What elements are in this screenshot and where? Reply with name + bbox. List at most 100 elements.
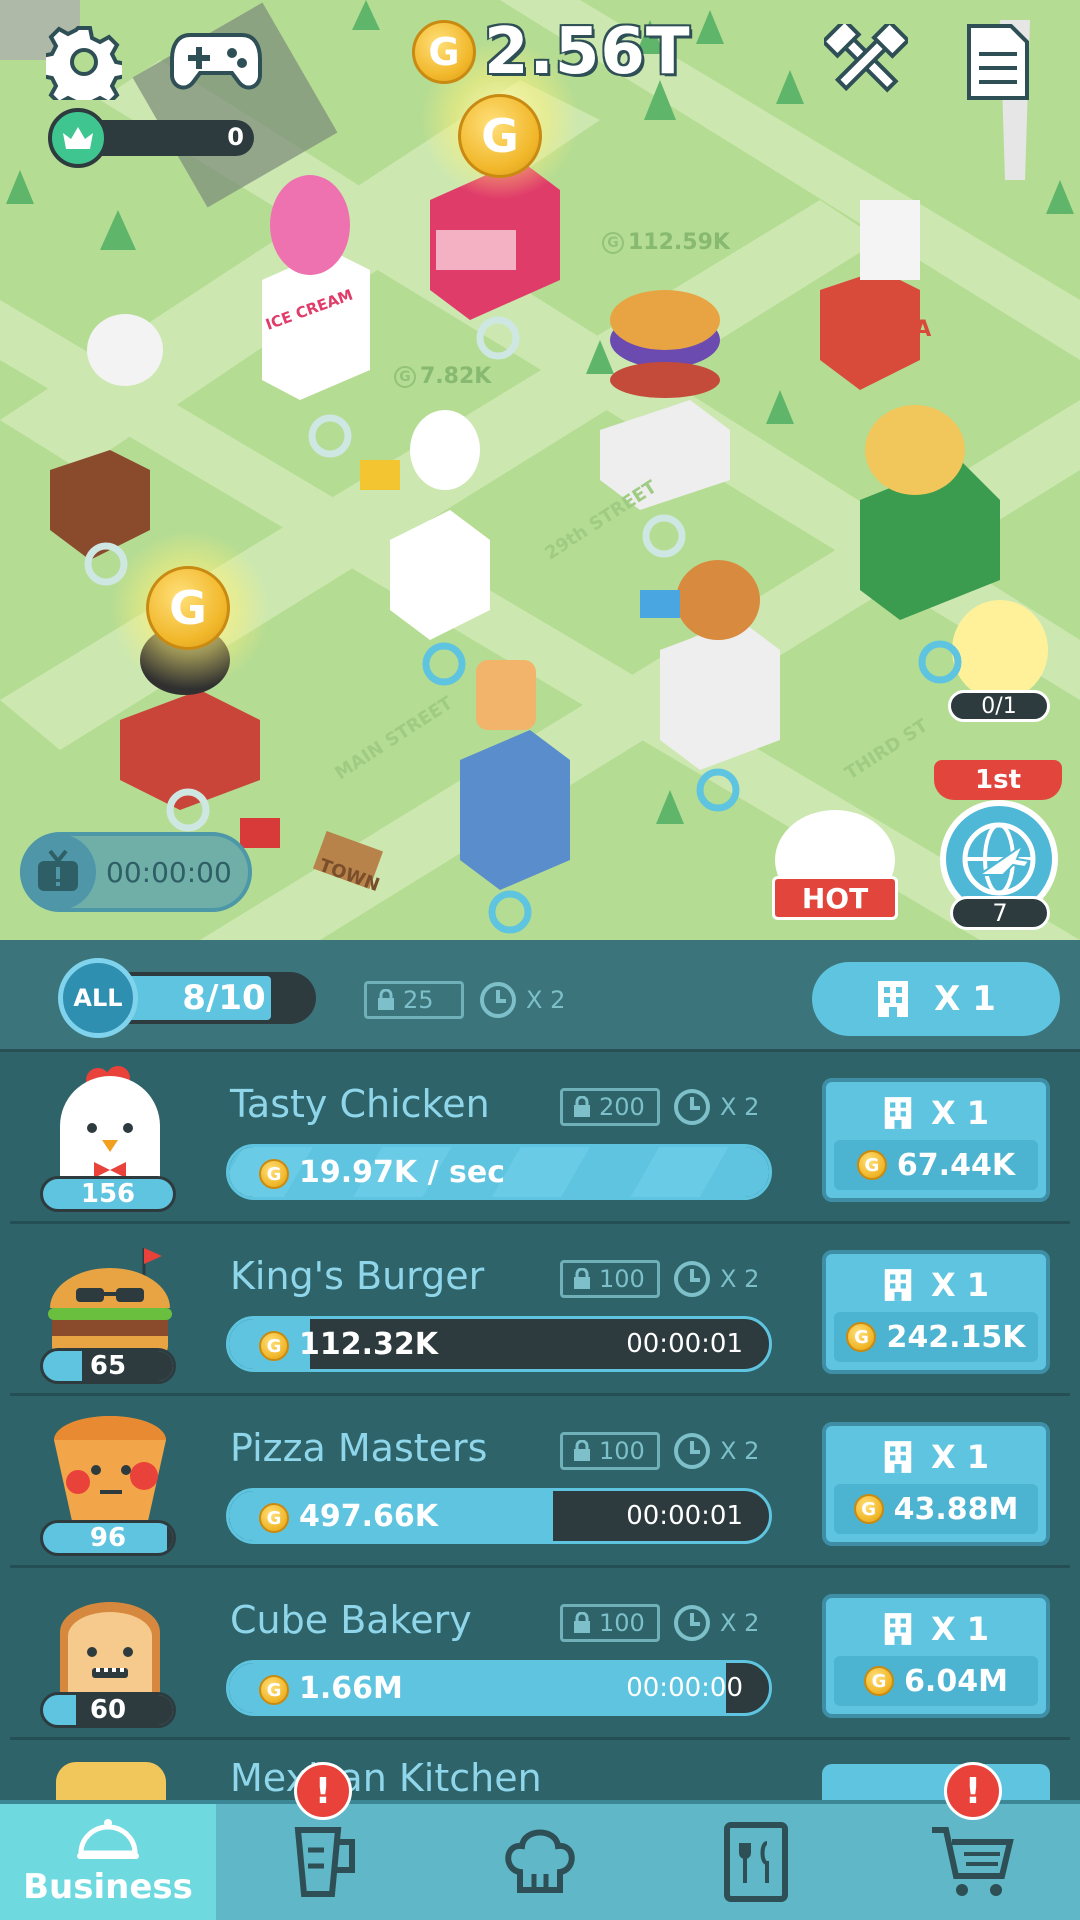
document-icon (967, 24, 1029, 100)
floating-earning-value: 112.59K (628, 230, 730, 255)
nav-menu[interactable] (648, 1804, 864, 1920)
collect-coin-icon[interactable]: G (458, 94, 542, 178)
nav-business[interactable]: Business (0, 1804, 216, 1920)
level-value: 96 (89, 1523, 127, 1553)
lock-value: 100 (599, 1437, 645, 1465)
production-progress[interactable]: G 497.66K 00:00:01 (226, 1488, 772, 1544)
globe-plane-icon (962, 822, 1036, 896)
income-value: 112.32K (299, 1326, 439, 1362)
buy-multiplier: X 1 (930, 1610, 990, 1648)
gamepad-icon (170, 33, 262, 90)
lock-icon (574, 1268, 590, 1289)
time-multiplier-value: X 2 (720, 1093, 760, 1121)
quests-button[interactable] (950, 14, 1046, 110)
building-icon (884, 1441, 912, 1473)
chef-hat-icon (505, 1829, 575, 1893)
time-multiplier: X 2 (672, 1087, 759, 1127)
gold-total-value: 2.56T (484, 15, 691, 89)
building-icon (884, 1097, 912, 1129)
business-name: Mexican Kitchen (230, 1756, 542, 1800)
nav-chefs[interactable] (432, 1804, 648, 1920)
lock-threshold: 200 (560, 1088, 660, 1126)
games-button[interactable] (166, 14, 266, 110)
business-row-tasty-chicken[interactable]: 156 Tasty Chicken 200 X 2 G 19.97K / sec … (0, 1052, 1080, 1224)
buy-multiplier-toggle[interactable]: X 1 (812, 962, 1060, 1036)
building-icon (884, 1613, 912, 1645)
business-name: Pizza Masters (230, 1426, 488, 1470)
collect-coin-icon[interactable]: G (146, 566, 230, 650)
business-row-pizza-masters[interactable]: 96 Pizza Masters 100 X 2 G 497.66K 00:00:0… (0, 1396, 1080, 1568)
hot-offer-button[interactable]: HOT (772, 876, 898, 920)
blender-icon (294, 1827, 355, 1897)
buy-upgrade-button[interactable]: X 1 G 43.88M (822, 1422, 1050, 1546)
egg-icon[interactable] (954, 612, 1044, 692)
clock-icon (674, 1089, 710, 1125)
lock-threshold: 100 (560, 1604, 660, 1642)
street-label: THIRD ST (841, 715, 932, 784)
coin-icon: G (856, 1150, 887, 1180)
buy-multiplier: X 1 (930, 1094, 990, 1132)
street-label: 29th STREET (541, 476, 661, 564)
lock-value: 25 (403, 986, 434, 1014)
business-row-mexican-kitchen[interactable]: Mexican Kitchen (0, 1740, 1080, 1800)
business-list[interactable]: 156 Tasty Chicken 200 X 2 G 19.97K / sec … (0, 1052, 1080, 1800)
production-progress[interactable]: G 19.97K / sec (226, 1144, 772, 1200)
level-badge: 65 (40, 1348, 176, 1384)
crown-badge (48, 108, 108, 168)
coin-icon: G (259, 1675, 289, 1705)
building-icon (878, 981, 909, 1017)
coin-icon: G (259, 1159, 289, 1189)
income-value: 1.66M (299, 1670, 403, 1706)
level-badge: 60 (40, 1692, 176, 1728)
production-progress[interactable]: G 112.32K 00:00:01 (226, 1316, 772, 1372)
clock-icon (674, 1261, 710, 1297)
business-row-cube-bakery[interactable]: 60 Cube Bakery 100 X 2 G 1.66M 00:00:00 X … (0, 1568, 1080, 1740)
building-icon (884, 1269, 912, 1301)
income-value: 19.97K / sec (299, 1154, 505, 1190)
coin-icon: G (864, 1666, 895, 1696)
crown-progress[interactable]: 0 (48, 108, 258, 168)
production-progress[interactable]: G 1.66M 00:00:00 (226, 1660, 772, 1716)
gold-coin-icon: G (412, 20, 476, 84)
buy-upgrade-button[interactable] (822, 1764, 1050, 1800)
nav-kitchen[interactable] (216, 1804, 432, 1920)
time-multiplier: X 2 (672, 1431, 759, 1471)
upgrade-cost: 242.15K (886, 1319, 1026, 1355)
taco-icon (56, 1762, 166, 1800)
upgrade-cost: 43.88M (893, 1491, 1019, 1527)
buy-multiplier: X 1 (930, 1266, 990, 1304)
coin-icon: G (259, 1503, 289, 1533)
tv-icon (20, 834, 96, 910)
business-name: Cube Bakery (230, 1598, 472, 1642)
coin-icon: G (853, 1494, 884, 1524)
globe-count: 7 (950, 896, 1050, 930)
lock-icon (574, 1440, 590, 1461)
buy-multiplier-value: X 1 (934, 979, 996, 1019)
coin-icon: G (259, 1331, 289, 1361)
city-map[interactable]: MAIN STREET 29th STREET THIRD ST TOWN IC… (0, 0, 1080, 940)
buy-upgrade-button[interactable]: X 1 G 242.15K (822, 1250, 1050, 1374)
nav-shop[interactable] (864, 1804, 1080, 1920)
all-filter-button[interactable]: ALL (58, 958, 138, 1038)
level-value: 60 (89, 1695, 127, 1725)
buy-upgrade-button[interactable]: X 1 G 6.04M (822, 1594, 1050, 1718)
lock-threshold: 100 (560, 1432, 660, 1470)
floating-earning-value: 7.82K (420, 364, 492, 389)
time-multiplier: X 2 (672, 1259, 759, 1299)
settings-button[interactable] (36, 14, 132, 110)
level-value: 65 (89, 1351, 127, 1381)
time-multiplier: X 2 (672, 1603, 759, 1643)
cycle-timer: 00:00:01 (626, 1501, 743, 1531)
business-row-kings-burger[interactable]: 65 King's Burger 100 X 2 G 112.32K 00:00:0… (0, 1224, 1080, 1396)
ad-boost-timer[interactable]: 00:00:00 (20, 832, 252, 912)
menu-book-icon (724, 1822, 788, 1902)
bottom-nav: Business (0, 1800, 1080, 1920)
buy-upgrade-button[interactable]: X 1 G 67.44K (822, 1078, 1050, 1202)
upgrade-tools-button[interactable] (818, 14, 914, 110)
business-name: Tasty Chicken (230, 1082, 490, 1126)
nav-label: Business (23, 1867, 193, 1907)
time-multiplier-value: X 2 (720, 1437, 760, 1465)
cycle-timer: 00:00:00 (626, 1673, 743, 1703)
cloche-icon (77, 1819, 139, 1859)
business-name: King's Burger (230, 1254, 485, 1298)
